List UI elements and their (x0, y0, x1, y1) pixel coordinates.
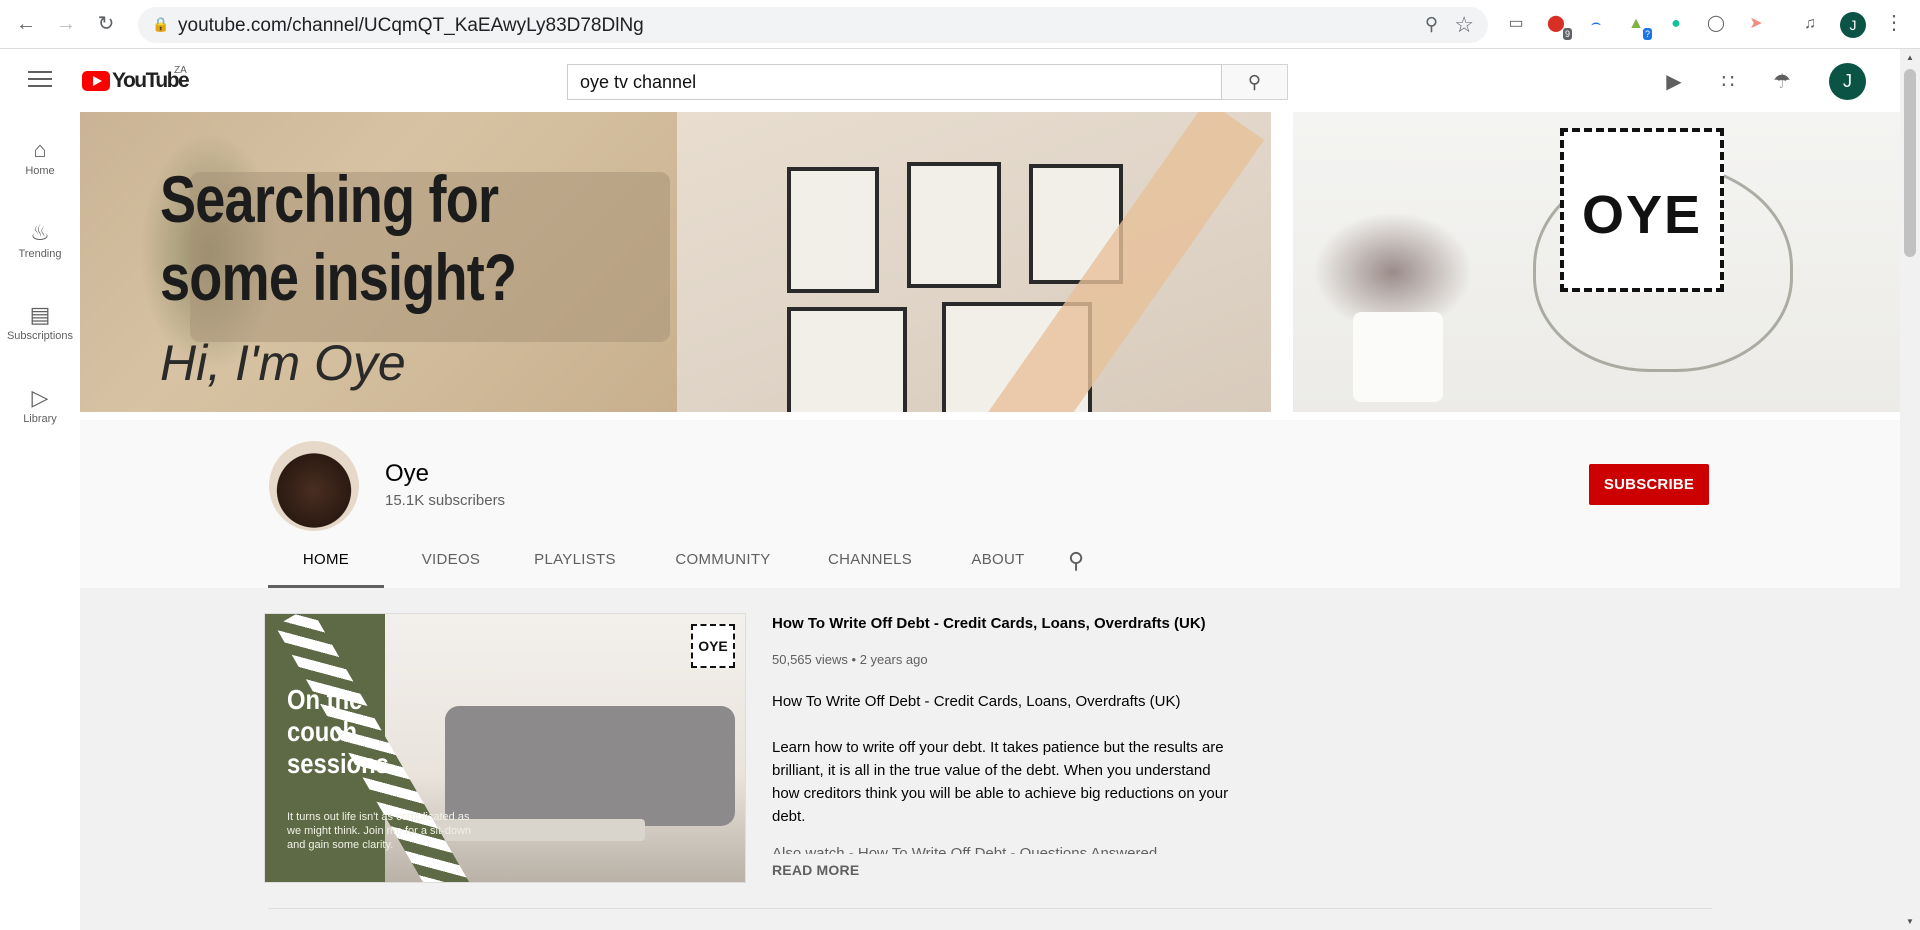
youtube-masthead: YouTube ZA ⚲ ▶ ∷ ☂ J (0, 49, 1900, 113)
thumbnail-title-line: sessions (287, 748, 389, 779)
channel-home-content: OYE On the couch sessions It turns out l… (80, 588, 1900, 930)
guide-item-label: Trending (18, 248, 62, 260)
notifications-bell-icon[interactable]: ☂ (1768, 68, 1796, 96)
search-input[interactable] (567, 64, 1222, 100)
thumbnail-logo: OYE (691, 624, 735, 668)
fire-icon: ♨ (30, 220, 50, 245)
guide-item-label: Home (25, 165, 55, 177)
youtube-play-icon (82, 71, 110, 91)
description-truncated-line: Also watch - How To Write Off Debt - Que… (772, 845, 1158, 854)
guide-item-label: Subscriptions (6, 330, 74, 342)
subscribe-button[interactable]: SUBSCRIBE (1589, 464, 1709, 505)
guide-item-label: Library (23, 413, 57, 425)
search-box: ⚲ (567, 64, 1288, 100)
featured-video-thumbnail[interactable]: OYE On the couch sessions It turns out l… (264, 613, 746, 883)
subscriptions-icon: ▤ (29, 302, 51, 327)
tab-community[interactable]: COMMUNITY (661, 538, 785, 588)
view-count: 50,565 views (772, 652, 848, 667)
apps-grid-icon[interactable]: ∷ (1714, 68, 1742, 96)
description-paragraph: How To Write Off Debt - Credit Cards, Lo… (772, 693, 1181, 710)
upload-age: 2 years ago (859, 652, 928, 667)
guide-item-trending[interactable]: ♨ Trending (0, 206, 80, 280)
extension-badge: 9 (1562, 28, 1572, 40)
channel-banner: Searching for some insight? Hi, I'm Oye … (80, 112, 1900, 412)
tab-home[interactable]: HOME (268, 538, 384, 588)
channel-search-icon[interactable]: ⚲ (1068, 548, 1084, 574)
section-divider (268, 908, 1712, 909)
description-paragraph: Learn how to write off your debt. It tak… (772, 739, 1229, 825)
forward-icon[interactable]: → (54, 12, 78, 36)
scrollbar-thumb[interactable] (1904, 69, 1916, 257)
tab-about[interactable]: ABOUT (957, 538, 1039, 588)
extension-adblock-icon[interactable]: ⬤ 9 (1544, 12, 1572, 40)
scroll-up-icon[interactable]: ▲ (1906, 53, 1914, 62)
grammarly-icon[interactable]: ● (1664, 12, 1688, 36)
zoom-icon[interactable]: ⚲ (1425, 14, 1438, 35)
browser-menu-icon[interactable]: ⋮ (1884, 10, 1904, 35)
thumbnail-title-line: couch (287, 716, 358, 747)
search-button[interactable]: ⚲ (1222, 64, 1288, 100)
region-code: ZA (174, 65, 187, 76)
banner-tagline: Hi, I'm Oye (160, 335, 406, 391)
featured-video-title[interactable]: How To Write Off Debt - Credit Cards, Lo… (772, 615, 1232, 632)
extension-bulb-icon[interactable]: ◯ (1704, 12, 1728, 36)
extension-arrow-icon[interactable]: ➤ (1744, 12, 1768, 36)
create-video-icon[interactable]: ▶ (1660, 68, 1688, 96)
oye-brand-logo: OYE (1560, 128, 1724, 292)
account-avatar[interactable]: J (1829, 63, 1866, 100)
extension-rainbow-icon[interactable]: ⌢ (1584, 12, 1608, 36)
tab-videos[interactable]: VIDEOS (411, 538, 491, 588)
banner-headline-line: some insight? (160, 240, 517, 314)
back-icon[interactable]: ← (14, 12, 38, 36)
tab-channels[interactable]: CHANNELS (814, 538, 926, 588)
guide-item-library[interactable]: ▷ Library (0, 371, 80, 445)
thumbnail-subtitle: It turns out life isn't as complicated a… (287, 811, 472, 851)
channel-avatar[interactable] (269, 441, 359, 531)
page-scrollbar[interactable]: ▲ ▼ (1900, 49, 1920, 930)
channel-name: Oye (385, 460, 430, 487)
guide-item-home[interactable]: ⌂ Home (0, 123, 80, 197)
banner-headline: Searching for some insight? (160, 160, 517, 316)
reload-icon[interactable]: ↻ (94, 12, 118, 36)
scroll-down-icon[interactable]: ▼ (1906, 917, 1914, 926)
video-description: How To Write Off Debt - Credit Cards, Lo… (772, 690, 1242, 851)
extension-badge: ? (1642, 28, 1652, 40)
bookmark-star-icon[interactable]: ☆ (1454, 12, 1474, 38)
url-text[interactable]: youtube.com/channel/UCqmQT_KaEAwyLy83D78… (178, 15, 644, 37)
tab-playlists[interactable]: PLAYLISTS (520, 538, 630, 588)
read-more-button[interactable]: READ MORE (772, 862, 859, 878)
banner-headline-line: Searching for (160, 162, 499, 236)
lock-icon: 🔒 (152, 16, 170, 32)
video-metadata: 50,565 views • 2 years ago (772, 652, 928, 667)
address-bar[interactable]: 🔒 youtube.com/channel/UCqmQT_KaEAwyLy83D… (138, 7, 1488, 43)
search-icon: ⚲ (1247, 72, 1262, 92)
media-control-icon[interactable]: ♫ (1798, 12, 1822, 36)
oye-logo-text: OYE (1581, 185, 1703, 245)
guide-item-subscriptions[interactable]: ▤ Subscriptions (0, 288, 80, 362)
extension-leaf-icon[interactable]: ▲? (1624, 12, 1652, 40)
thumbnail-title: On the couch sessions (287, 684, 389, 780)
subscriber-count: 15.1K subscribers (385, 492, 506, 509)
library-icon: ▷ (31, 385, 49, 410)
channel-header: Oye 15.1K subscribers SUBSCRIBE HOME VID… (80, 420, 1900, 588)
youtube-logo[interactable]: YouTube ZA (82, 65, 190, 93)
browser-profile-avatar[interactable]: J (1840, 12, 1866, 38)
home-icon: ⌂ (33, 137, 47, 162)
thumbnail-title-line: On the (287, 684, 363, 715)
browser-toolbar: ← → ↻ 🔒 youtube.com/channel/UCqmQT_KaEAw… (0, 0, 1920, 49)
guide-menu-icon[interactable] (28, 71, 52, 89)
mini-guide: ⌂ Home ♨ Trending ▤ Subscriptions ▷ Libr… (0, 113, 80, 930)
meta-separator: • (851, 652, 860, 667)
cast-icon[interactable]: ▭ (1504, 12, 1528, 36)
